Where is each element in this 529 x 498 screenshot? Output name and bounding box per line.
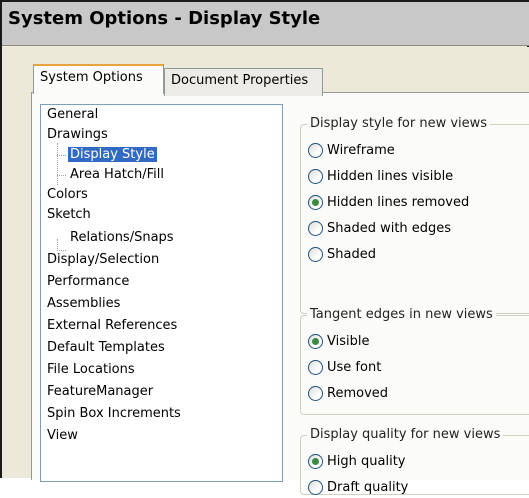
tree-item-featuremanager[interactable]: FeatureManager (45, 382, 155, 402)
radio-button-icon (308, 220, 323, 236)
radio-label: Shaded (327, 246, 376, 262)
title-bar[interactable]: System Options - Display Style (2, 2, 529, 46)
tree-item-display-selection[interactable]: Display/Selection (45, 250, 161, 270)
tree-item-view[interactable]: View (45, 426, 80, 446)
options-tree[interactable]: General Drawings Display Style Area Hatc… (40, 104, 283, 482)
radio-button-icon (308, 168, 323, 184)
system-options-dialog: System Options - Display Style System Op… (0, 0, 529, 495)
radio-button-icon (308, 385, 323, 401)
radio-wireframe[interactable]: Wireframe (308, 139, 395, 161)
tree-item-spin-box-increments[interactable]: Spin Box Increments (45, 404, 183, 424)
tree-item-drawings[interactable]: Drawings (45, 125, 110, 145)
tab-document-properties[interactable]: Document Properties (164, 68, 323, 96)
tree-item-area-hatch-fill[interactable]: Area Hatch/Fill (68, 165, 166, 185)
radio-shaded-with-edges[interactable]: Shaded with edges (308, 217, 451, 239)
radio-draft-quality[interactable]: Draft quality (308, 476, 408, 498)
tree-item-relations-snaps[interactable]: Relations/Snaps (68, 228, 176, 248)
tree-connector (57, 175, 66, 176)
radio-use-font[interactable]: Use font (308, 356, 381, 378)
radio-label: Draft quality (327, 479, 409, 495)
radio-button-icon (308, 142, 323, 158)
display-style-group: Display style for new views Wireframe Hi… (300, 116, 529, 314)
tree-item-default-templates[interactable]: Default Templates (45, 338, 167, 358)
radio-shaded[interactable]: Shaded (308, 243, 376, 265)
tangent-edges-legend: Tangent edges in new views (307, 307, 496, 322)
radio-label: High quality (327, 453, 406, 469)
display-quality-group: Display quality for new views High quali… (300, 427, 529, 498)
radio-label: Removed (327, 385, 389, 401)
tree-item-assemblies[interactable]: Assemblies (45, 294, 122, 314)
tree-item-sketch[interactable]: Sketch (45, 205, 93, 225)
radio-button-icon (308, 359, 323, 375)
radio-button-selected-icon (308, 333, 323, 349)
tree-item-general[interactable]: General (45, 105, 100, 125)
display-style-legend: Display style for new views (307, 116, 491, 131)
radio-label: Hidden lines visible (327, 168, 454, 184)
tree-item-performance[interactable]: Performance (45, 272, 131, 292)
window-title: System Options - Display Style (8, 8, 321, 29)
radio-button-icon (308, 246, 323, 262)
radio-hidden-lines-visible[interactable]: Hidden lines visible (308, 165, 453, 187)
tree-item-display-style[interactable]: Display Style (68, 145, 157, 165)
radio-high-quality[interactable]: High quality (308, 450, 405, 472)
radio-visible[interactable]: Visible (308, 330, 369, 352)
tree-item-file-locations[interactable]: File Locations (45, 360, 137, 380)
radio-label: Hidden lines removed (327, 194, 470, 210)
tangent-edges-group: Tangent edges in new views Visible Use f… (300, 307, 529, 415)
tree-connector (57, 155, 66, 156)
radio-hidden-lines-removed[interactable]: Hidden lines removed (308, 191, 469, 213)
tab-system-options[interactable]: System Options (33, 64, 164, 94)
radio-label: Use font (327, 359, 382, 375)
tree-item-colors[interactable]: Colors (45, 185, 90, 205)
radio-removed[interactable]: Removed (308, 382, 388, 404)
radio-label: Wireframe (327, 142, 395, 158)
radio-button-selected-icon (308, 453, 323, 469)
tree-connector (57, 143, 58, 185)
tab-panel: General Drawings Display Style Area Hatc… (31, 92, 529, 495)
tree-item-external-references[interactable]: External References (45, 316, 179, 336)
radio-button-icon (308, 479, 323, 495)
radio-label: Visible (327, 333, 370, 349)
display-quality-legend: Display quality for new views (307, 427, 504, 442)
radio-label: Shaded with edges (327, 220, 452, 236)
radio-button-selected-icon (308, 194, 323, 210)
dialog-body: System Options Document Properties Gener… (2, 47, 529, 495)
